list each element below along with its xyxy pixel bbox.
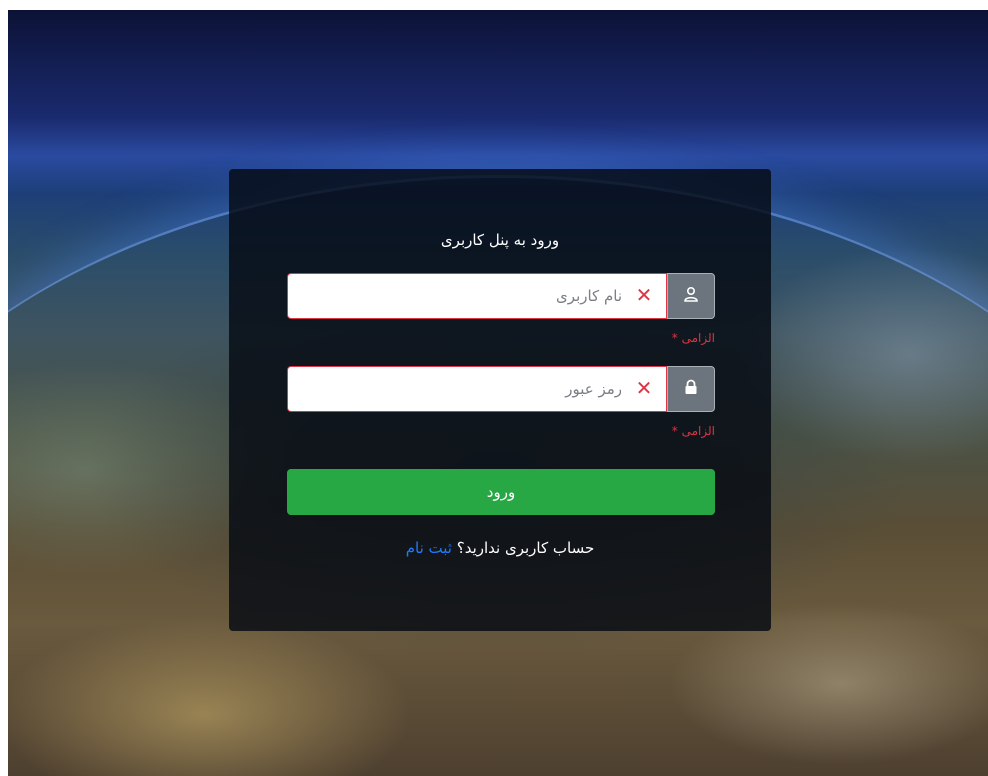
login-card: ورود به پنل کاربری ✕ الزامی * bbox=[229, 169, 771, 631]
signup-link[interactable]: ثبت نام bbox=[406, 539, 452, 557]
username-required-error: الزامی * bbox=[671, 331, 715, 345]
signup-prompt: حساب کاربری ندارید؟ bbox=[456, 539, 595, 557]
username-input[interactable] bbox=[287, 273, 667, 319]
x-mark-icon: ✕ bbox=[635, 376, 653, 400]
username-addon bbox=[667, 273, 715, 319]
lock-icon bbox=[683, 379, 699, 399]
password-addon bbox=[667, 366, 715, 412]
password-required-error: الزامی * bbox=[671, 424, 715, 438]
signup-line: حساب کاربری ندارید؟ ثبت نام bbox=[229, 539, 771, 557]
username-field-group: ✕ الزامی * bbox=[287, 273, 715, 345]
login-button[interactable]: ورود bbox=[287, 469, 715, 515]
password-input[interactable] bbox=[287, 366, 667, 412]
login-title: ورود به پنل کاربری bbox=[440, 231, 560, 249]
background-earth-image: ورود به پنل کاربری ✕ الزامی * bbox=[8, 10, 988, 776]
user-icon bbox=[683, 286, 699, 306]
password-field-group: ✕ الزامی * bbox=[287, 366, 715, 438]
x-mark-icon: ✕ bbox=[635, 283, 653, 307]
